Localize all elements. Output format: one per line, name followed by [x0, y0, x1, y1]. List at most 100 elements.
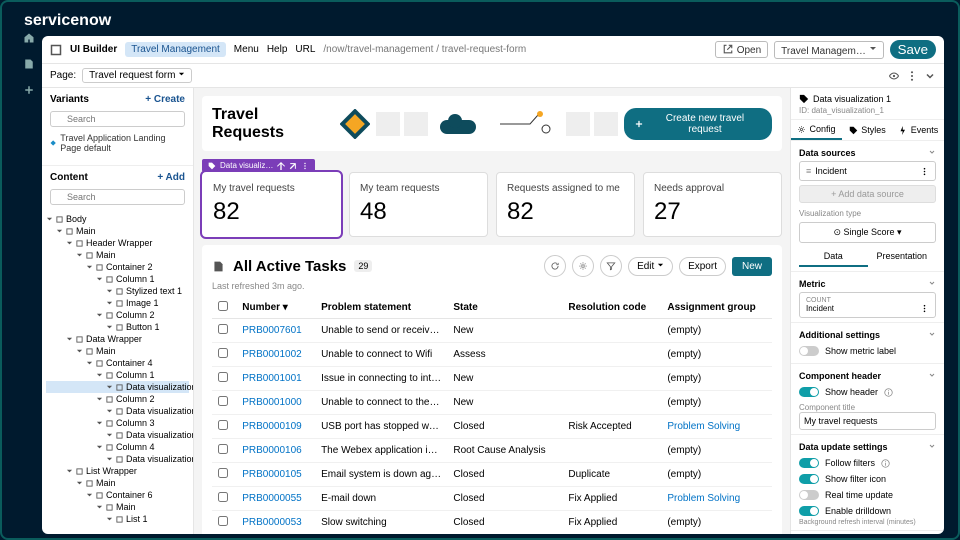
table-row[interactable]: PRB0000106The Webex application is unava… — [212, 439, 772, 463]
row-checkbox[interactable] — [218, 348, 228, 358]
table-cell[interactable]: PRB0000053 — [236, 511, 315, 534]
table-cell[interactable]: PRB0007601 — [236, 319, 315, 343]
collapse-icon[interactable] — [928, 442, 936, 450]
tree-item[interactable]: Data visualization 2 — [46, 405, 189, 417]
table-cell[interactable]: PRB0000055 — [236, 487, 315, 511]
config-tab-styles[interactable]: Styles — [842, 120, 893, 140]
tree-item[interactable]: Column 1 — [46, 369, 189, 381]
collapse-icon[interactable] — [928, 148, 936, 156]
row-checkbox[interactable] — [218, 444, 228, 454]
add-datasource-button[interactable]: + Add data source — [799, 185, 936, 203]
tree-item[interactable]: List 1 — [46, 513, 189, 525]
content-search[interactable] — [50, 189, 185, 205]
new-button[interactable]: New — [732, 257, 772, 276]
tree-item[interactable]: List Wrapper — [46, 465, 189, 477]
export-button[interactable]: Export — [679, 257, 726, 276]
table-row[interactable]: PRB0000105Email system is down againClos… — [212, 463, 772, 487]
show-header-toggle[interactable] — [799, 387, 819, 397]
tree-item[interactable]: Container 2 — [46, 261, 189, 273]
table-cell[interactable]: PRB0000106 — [236, 439, 315, 463]
settings-button[interactable] — [572, 255, 594, 277]
chevron-down-icon[interactable] — [924, 70, 936, 82]
table-cell[interactable]: Problem Solving — [661, 487, 772, 511]
table-row[interactable]: PRB0001000Unable to connect to the VPNNe… — [212, 391, 772, 415]
show-filter-icon-toggle[interactable] — [799, 474, 819, 484]
variants-create[interactable]: + Create — [145, 94, 185, 105]
create-travel-request-button[interactable]: Create new travel request — [624, 108, 772, 140]
content-add[interactable]: + Add — [157, 172, 185, 183]
table-cell[interactable]: PRB0001001 — [236, 367, 315, 391]
row-checkbox[interactable] — [218, 372, 228, 382]
tree-item[interactable]: Data visualization 1 — [46, 381, 189, 393]
tree-item[interactable]: Container 6 — [46, 489, 189, 501]
table-row[interactable]: PRB0000053Slow switchingClosedFix Applie… — [212, 511, 772, 534]
component-title-input[interactable] — [799, 412, 936, 430]
tree-item[interactable]: Column 2 — [46, 393, 189, 405]
save-button[interactable]: Save — [890, 40, 936, 59]
kpi-card[interactable]: Requests assigned to me82 — [496, 172, 635, 237]
table-cell[interactable]: Problem Solving — [661, 415, 772, 439]
select-all-checkbox[interactable] — [218, 301, 228, 311]
open-button[interactable]: Open — [715, 41, 768, 58]
tree-item[interactable]: Button 1 — [46, 321, 189, 333]
variants-search[interactable] — [50, 111, 185, 127]
tree-item[interactable]: Image 1 — [46, 297, 189, 309]
tree-item[interactable]: Data visualization 4 — [46, 453, 189, 465]
table-cell[interactable]: PRB0001002 — [236, 343, 315, 367]
tree-item[interactable]: Main — [46, 501, 189, 513]
help-link[interactable]: Help — [267, 44, 288, 55]
row-checkbox[interactable] — [218, 420, 228, 430]
tree-item[interactable]: Container 4 — [46, 357, 189, 369]
table-row[interactable]: PRB0001001Issue in connecting to interne… — [212, 367, 772, 391]
viztype-selector[interactable]: ⊙ Single Score ▾ — [799, 222, 936, 243]
col-header[interactable]: Resolution code — [562, 297, 661, 319]
kpi-card[interactable]: My team requests48 — [349, 172, 488, 237]
tree-item[interactable]: Data Wrapper — [46, 333, 189, 345]
row-checkbox[interactable] — [218, 468, 228, 478]
more-icon[interactable] — [906, 70, 918, 82]
show-metric-label-toggle[interactable] — [799, 346, 819, 356]
tree-item[interactable]: Column 2 — [46, 309, 189, 321]
tree-item[interactable]: Body — [46, 213, 189, 225]
col-header[interactable]: Number ▾ — [236, 297, 315, 319]
app-pill[interactable]: Travel Management — [125, 42, 226, 57]
tree-item[interactable]: Column 3 — [46, 417, 189, 429]
table-cell[interactable]: PRB0000105 — [236, 463, 315, 487]
metric-box[interactable]: COUNTIncident — [799, 292, 936, 318]
realtime-toggle[interactable] — [799, 490, 819, 500]
drilldown-toggle[interactable] — [799, 506, 819, 516]
tree-item[interactable]: Stylized text 1 — [46, 285, 189, 297]
kpi-card[interactable]: Needs approval27 — [643, 172, 782, 237]
page-selector[interactable]: Travel request form — [82, 68, 192, 83]
col-header[interactable]: Assignment group — [661, 297, 772, 319]
kpi-card[interactable]: My travel requests82 — [202, 172, 341, 237]
collapse-icon[interactable] — [928, 371, 936, 379]
refresh-button[interactable] — [544, 255, 566, 277]
follow-filters-toggle[interactable] — [799, 458, 819, 468]
col-header[interactable]: Problem statement — [315, 297, 447, 319]
table-row[interactable]: PRB0000055E-mail downClosedFix AppliedPr… — [212, 487, 772, 511]
table-cell[interactable]: PRB0000109 — [236, 415, 315, 439]
travel-mgmt-dropdown[interactable]: Travel Managem… — [774, 41, 883, 59]
tree-item[interactable]: Main — [46, 225, 189, 237]
tree-item[interactable]: Data visualization 3 — [46, 429, 189, 441]
selection-bar[interactable]: Data visualiz… — [202, 159, 315, 172]
row-checkbox[interactable] — [218, 396, 228, 406]
subtab-presentation[interactable]: Presentation — [868, 247, 937, 267]
subtab-data[interactable]: Data — [799, 247, 868, 267]
eye-icon[interactable] — [888, 70, 900, 82]
row-checkbox[interactable] — [218, 516, 228, 526]
variant-item[interactable]: Travel Application Landing Page default — [60, 133, 185, 153]
tree-item[interactable]: Main — [46, 477, 189, 489]
tree-item[interactable]: Column 4 — [46, 441, 189, 453]
plus-icon[interactable] — [23, 84, 35, 96]
datasource-item[interactable]: ≡Incident — [799, 161, 936, 181]
filter-button[interactable] — [600, 255, 622, 277]
table-row[interactable]: PRB0007601Unable to send or receive emai… — [212, 319, 772, 343]
table-cell[interactable]: PRB0001000 — [236, 391, 315, 415]
tree-item[interactable]: Header Wrapper — [46, 237, 189, 249]
menu-link[interactable]: Menu — [234, 44, 259, 55]
edit-button[interactable]: Edit — [628, 257, 673, 276]
tree-item[interactable]: Main — [46, 345, 189, 357]
col-header[interactable]: State — [447, 297, 562, 319]
